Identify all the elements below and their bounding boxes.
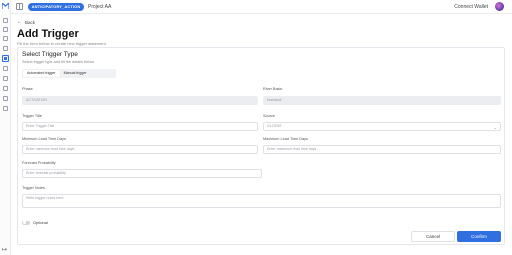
document-icon[interactable] <box>2 75 9 82</box>
forecast-probability-label: Forecast Probability <box>22 161 56 165</box>
river-basin-field: Mahakali <box>263 96 501 105</box>
page-title: Add Trigger <box>17 28 79 40</box>
logo-icon <box>2 3 9 9</box>
back-link[interactable]: ← Back <box>17 19 35 25</box>
river-basin-label: River Basin <box>263 87 283 91</box>
send-icon[interactable] <box>2 95 9 102</box>
phase-field: ACTIVATION <box>22 96 258 105</box>
phase-label: Phase <box>22 87 33 91</box>
trigger-notes-label: Trigger Notes <box>22 186 45 190</box>
min-lead-input[interactable]: Enter minimum lead time days <box>22 145 258 154</box>
avatar[interactable] <box>495 2 504 11</box>
back-label: Back <box>25 19 36 25</box>
logout-icon[interactable]: ↦ <box>2 246 7 253</box>
optional-label: Optional <box>33 220 48 225</box>
folder-icon[interactable] <box>2 35 9 42</box>
source-select[interactable]: GLOFAS ⌄ <box>263 122 501 131</box>
trigger-type-tabs: Automated trigger Manual trigger <box>22 69 116 78</box>
settings-icon[interactable] <box>2 105 9 112</box>
connect-wallet-button[interactable]: Connect Wallet <box>454 3 488 11</box>
optional-toggle-row: Optional <box>22 220 48 225</box>
max-lead-input[interactable]: Enter maximum lead time days <box>263 145 501 154</box>
activity-icon[interactable] <box>2 65 9 72</box>
cancel-button[interactable]: Cancel <box>411 231 455 242</box>
forecast-probability-input[interactable]: Enter forecast probability <box>22 169 262 178</box>
page-subtitle: Fill the form below to create new trigge… <box>17 41 106 46</box>
chart-icon[interactable] <box>2 45 9 52</box>
source-value: GLOFAS <box>267 124 282 128</box>
users-icon[interactable] <box>2 26 9 33</box>
max-lead-label: Maximum Lead Time Days <box>263 137 308 141</box>
optional-toggle[interactable] <box>22 220 30 225</box>
arrow-left-icon: ← <box>17 19 22 25</box>
trigger-notes-textarea[interactable]: Write trigger notes here <box>22 194 501 208</box>
trigger-icon[interactable] <box>2 55 9 62</box>
tab-automated-trigger[interactable]: Automated trigger <box>23 70 60 77</box>
chevron-down-icon: ⌄ <box>493 125 497 130</box>
sidebar: ↦ <box>0 0 11 255</box>
min-lead-label: Minimum Lead Time Days <box>22 137 66 141</box>
project-type-badge: ANTICIPATORY_ACTION <box>28 3 84 11</box>
confirm-button[interactable]: Confirm <box>457 231 501 242</box>
topbar: ANTICIPATORY_ACTION Project AA Connect W… <box>11 0 512 14</box>
trigger-title-label: Trigger Title <box>22 114 42 118</box>
dashboard-icon[interactable] <box>2 17 9 24</box>
trigger-title-input[interactable]: Enter Trigger Title <box>22 122 258 131</box>
project-name: Project AA <box>88 4 112 10</box>
source-label: Source <box>263 114 276 118</box>
sidebar-toggle-icon[interactable] <box>16 3 23 10</box>
trigger-form-card: Select Trigger Type Select trigger type … <box>17 47 505 245</box>
section-subtitle: Select trigger type and fill the details… <box>22 60 94 64</box>
tab-manual-trigger[interactable]: Manual trigger <box>60 70 91 77</box>
calendar-icon[interactable] <box>2 85 9 92</box>
section-title: Select Trigger Type <box>22 51 78 58</box>
